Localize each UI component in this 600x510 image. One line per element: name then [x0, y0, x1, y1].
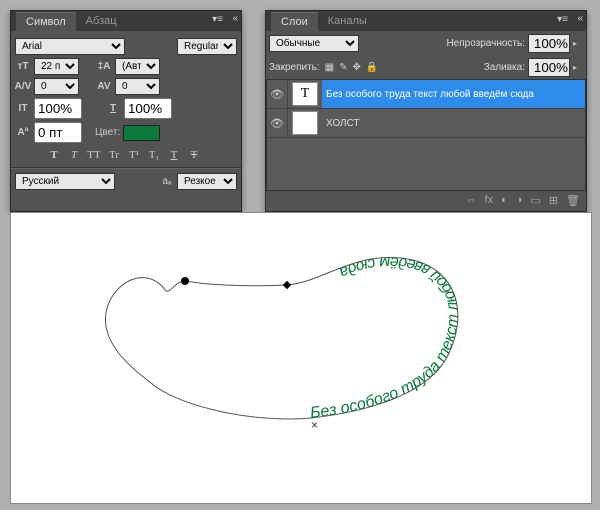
- fill-arrow-icon[interactable]: ▸: [573, 63, 583, 72]
- text-color-swatch[interactable]: [123, 125, 160, 141]
- tracking-icon: AV: [96, 80, 112, 94]
- font-style-select[interactable]: Regular: [177, 38, 237, 55]
- lock-transparency-icon[interactable]: ▦: [325, 62, 334, 73]
- tab-character[interactable]: Символ: [16, 12, 76, 31]
- color-label: Цвет:: [95, 127, 120, 138]
- opacity-field[interactable]: [528, 34, 570, 53]
- baseline-field[interactable]: [34, 122, 82, 143]
- adjustment-icon[interactable]: ◑: [516, 194, 523, 207]
- vscale-field[interactable]: [34, 98, 82, 119]
- kerning-field[interactable]: 0: [34, 78, 79, 95]
- layers-bottom-bar: ⇔ fx ◐ ◑ ▭ ⊞ 🗑: [266, 191, 586, 210]
- layer-thumbnail[interactable]: [292, 111, 318, 135]
- lock-label: Закрепить:: [269, 62, 320, 73]
- style-smallcaps[interactable]: Tr: [105, 147, 123, 163]
- style-bold[interactable]: T: [45, 147, 63, 163]
- layers-list: 👁 T Без особого труда текст любой введём…: [266, 79, 586, 191]
- panel-menu-icon[interactable]: ▾≡: [212, 14, 223, 25]
- lock-pixels-icon[interactable]: ✎: [339, 62, 347, 73]
- character-panel: Символ Абзац ▾≡ « Arial Regular тT 22 пт…: [10, 10, 242, 212]
- leading-field[interactable]: (Авто): [115, 58, 160, 75]
- font-size-field[interactable]: 22 пт: [34, 58, 79, 75]
- panel-collapse-icon[interactable]: «: [232, 13, 238, 24]
- new-layer-icon[interactable]: ⊞: [549, 194, 558, 207]
- panel-menu-icon[interactable]: ▾≡: [557, 14, 568, 25]
- visibility-toggle[interactable]: 👁: [267, 80, 288, 108]
- tracking-field[interactable]: 0: [115, 78, 160, 95]
- kerning-icon: A/V: [15, 80, 31, 94]
- opacity-arrow-icon[interactable]: ▸: [573, 39, 583, 48]
- text-style-bar: T T TT Tr T¹ T₁ T Ŧ: [45, 147, 237, 163]
- layers-panel-tabs: Слои Каналы ▾≡ «: [266, 11, 586, 31]
- tab-channels[interactable]: Каналы: [318, 12, 377, 30]
- panel-collapse-icon[interactable]: «: [577, 13, 583, 24]
- fill-label: Заливка:: [484, 62, 525, 73]
- anchor-point[interactable]: [181, 277, 189, 285]
- leading-icon: ‡A: [96, 60, 112, 74]
- hscale-icon: T: [105, 102, 121, 116]
- blend-mode-select[interactable]: Обычные: [269, 35, 359, 52]
- style-allcaps[interactable]: TT: [85, 147, 103, 163]
- layers-panel: Слои Каналы ▾≡ « Обычные Непрозрачность:…: [265, 10, 587, 212]
- vscale-icon: IT: [15, 102, 31, 116]
- font-size-icon: тT: [15, 60, 31, 74]
- fill-field[interactable]: [528, 58, 570, 77]
- lock-all-icon[interactable]: 🔒: [366, 62, 378, 73]
- char-panel-tabs: Символ Абзац ▾≡ «: [11, 11, 241, 31]
- layer-name[interactable]: Без особого труда текст любой введём сюд…: [322, 80, 585, 108]
- style-italic[interactable]: T: [65, 147, 83, 163]
- style-underline[interactable]: T: [165, 147, 183, 163]
- fx-icon[interactable]: fx: [485, 194, 494, 207]
- style-strikethrough[interactable]: Ŧ: [185, 147, 203, 163]
- hscale-field[interactable]: [124, 98, 172, 119]
- layer-row[interactable]: 👁 ХОЛСТ: [267, 109, 585, 138]
- layer-name[interactable]: ХОЛСТ: [322, 109, 585, 137]
- tab-paragraph[interactable]: Абзац: [76, 12, 127, 30]
- antialias-icon: aₐ: [160, 176, 174, 187]
- opacity-label: Непрозрачность:: [446, 38, 525, 49]
- style-superscript[interactable]: T¹: [125, 147, 143, 163]
- canvas[interactable]: Без особого труда текст любой введём сюд…: [10, 212, 592, 504]
- delete-layer-icon[interactable]: 🗑: [566, 194, 580, 207]
- tab-layers[interactable]: Слои: [271, 12, 318, 31]
- text-on-path[interactable]: Без особого труда текст любой введём сюд…: [309, 253, 462, 422]
- group-icon[interactable]: ▭: [530, 194, 540, 207]
- language-select[interactable]: Русский: [15, 173, 115, 190]
- baseline-icon: Aª: [15, 126, 31, 140]
- layer-row[interactable]: 👁 T Без особого труда текст любой введём…: [267, 80, 585, 109]
- style-subscript[interactable]: T₁: [145, 147, 163, 163]
- text-cursor-marker: ×: [311, 418, 318, 432]
- visibility-toggle[interactable]: 👁: [267, 109, 288, 137]
- font-family-select[interactable]: Arial: [15, 38, 125, 55]
- layer-thumbnail[interactable]: T: [292, 82, 318, 106]
- anchor-point[interactable]: [283, 281, 291, 289]
- link-layers-icon[interactable]: ⇔: [466, 194, 477, 207]
- lock-position-icon[interactable]: ✥: [353, 62, 361, 73]
- antialias-select[interactable]: Резкое: [177, 173, 237, 190]
- mask-icon[interactable]: ◐: [501, 194, 508, 207]
